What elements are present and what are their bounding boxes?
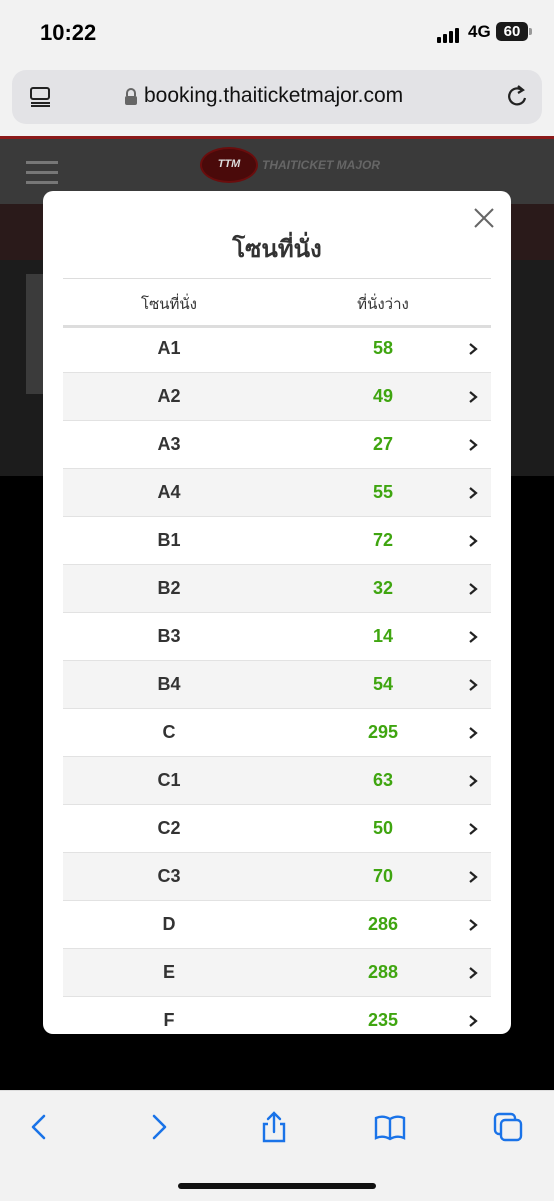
available-seats: 32	[372, 578, 394, 598]
zone-table: A1 58 A2 49 A3 27 A4 55 B1 72 B2 32 B3 14 B4 54 C 295 C1 63…	[63, 325, 491, 1034]
signal-icon	[437, 25, 461, 43]
zone-row[interactable]: B4 54	[63, 661, 491, 709]
zone-name: B3	[157, 626, 181, 646]
url-text[interactable]: booking.thaiticketmajor.com	[144, 84, 403, 108]
bookmarks-icon[interactable]	[374, 1111, 406, 1143]
chevron-right-icon	[469, 343, 478, 355]
status-bar: 10:22 4G 60	[0, 0, 554, 64]
address-bar[interactable]: booking.thaiticketmajor.com	[12, 70, 542, 124]
zone-name: C2	[157, 818, 181, 838]
available-seats: 50	[372, 818, 394, 838]
available-seats: 27	[372, 434, 394, 454]
zone-row[interactable]: B2 32	[63, 565, 491, 613]
zone-row[interactable]: A2 49	[63, 373, 491, 421]
chevron-right-icon	[469, 487, 478, 499]
chevron-right-icon	[469, 823, 478, 835]
zone-name: C1	[157, 770, 181, 790]
back-icon[interactable]	[24, 1111, 56, 1143]
zone-row[interactable]: A1 58	[63, 325, 491, 373]
zone-column-header: โซนที่นั่ง	[141, 296, 197, 313]
available-seats: 55	[372, 482, 394, 502]
zone-name: A4	[157, 482, 181, 502]
zone-name: A2	[157, 386, 181, 406]
zone-row[interactable]: B3 14	[63, 613, 491, 661]
browser-address-area: booking.thaiticketmajor.com	[0, 64, 554, 136]
available-seats: 14	[372, 626, 394, 646]
available-seats: 70	[372, 866, 394, 886]
available-column-header: ที่นั่งว่าง	[357, 296, 409, 313]
chevron-right-icon	[469, 727, 478, 739]
browser-toolbar	[0, 1090, 554, 1201]
available-seats: 288	[367, 962, 399, 982]
zone-name: D	[162, 914, 176, 934]
zone-name: B1	[157, 530, 181, 550]
chevron-right-icon	[469, 631, 478, 643]
tabs-icon[interactable]	[492, 1111, 524, 1143]
chevron-right-icon	[469, 1015, 478, 1027]
menu-icon[interactable]	[26, 161, 58, 191]
chevron-right-icon	[469, 391, 478, 403]
modal-title: โซนที่นั่ง	[232, 236, 322, 263]
table-header: โซนที่นั่ง ที่นั่งว่าง	[63, 278, 491, 328]
zone-row[interactable]: C1 63	[63, 757, 491, 805]
seat-zone-modal: โซนที่นั่ง โซนที่นั่ง ที่นั่งว่าง A1 58 A2…	[43, 191, 511, 1034]
forward-icon[interactable]	[142, 1111, 174, 1143]
chevron-right-icon	[469, 583, 478, 595]
share-icon[interactable]	[258, 1111, 290, 1143]
available-seats: 286	[367, 914, 399, 934]
chevron-right-icon	[469, 439, 478, 451]
zone-row[interactable]: D 286	[63, 901, 491, 949]
zone-row[interactable]: C 295	[63, 709, 491, 757]
available-seats: 54	[372, 674, 394, 694]
available-seats: 58	[372, 338, 394, 358]
zone-name: F	[163, 1010, 175, 1030]
zone-name: B4	[157, 674, 181, 694]
zone-name: A1	[157, 338, 181, 358]
zone-row[interactable]: A3 27	[63, 421, 491, 469]
chevron-right-icon	[469, 679, 478, 691]
network-type: 4G	[468, 22, 491, 41]
zone-name: E	[162, 962, 176, 982]
available-seats: 235	[367, 1010, 399, 1030]
home-indicator	[178, 1183, 376, 1189]
chevron-right-icon	[469, 871, 478, 883]
available-seats: 49	[372, 386, 394, 406]
zone-row[interactable]: C2 50	[63, 805, 491, 853]
clock: 10:22	[40, 20, 97, 45]
chevron-right-icon	[469, 919, 478, 931]
zone-row[interactable]: B1 72	[63, 517, 491, 565]
site-logo[interactable]: TTM THAITICKET MAJOR	[200, 147, 380, 183]
available-seats: 63	[372, 770, 394, 790]
chevron-right-icon	[469, 535, 478, 547]
chevron-right-icon	[469, 775, 478, 787]
zone-name: C3	[157, 866, 181, 886]
available-seats: 72	[372, 530, 394, 550]
chevron-right-icon	[469, 967, 478, 979]
battery-icon: 60	[496, 22, 532, 41]
zone-row[interactable]: E 288	[63, 949, 491, 997]
zone-name: A3	[157, 434, 181, 454]
reader-icon[interactable]	[30, 87, 52, 107]
available-seats: 295	[367, 722, 399, 742]
zone-row[interactable]: A4 55	[63, 469, 491, 517]
lock-icon	[125, 88, 137, 105]
zone-row[interactable]: C3 70	[63, 853, 491, 901]
close-icon[interactable]	[473, 207, 495, 229]
zone-row[interactable]: F 235	[63, 997, 491, 1034]
zone-name: B2	[157, 578, 181, 598]
zone-name: C	[162, 722, 176, 742]
reload-icon[interactable]	[506, 84, 530, 110]
